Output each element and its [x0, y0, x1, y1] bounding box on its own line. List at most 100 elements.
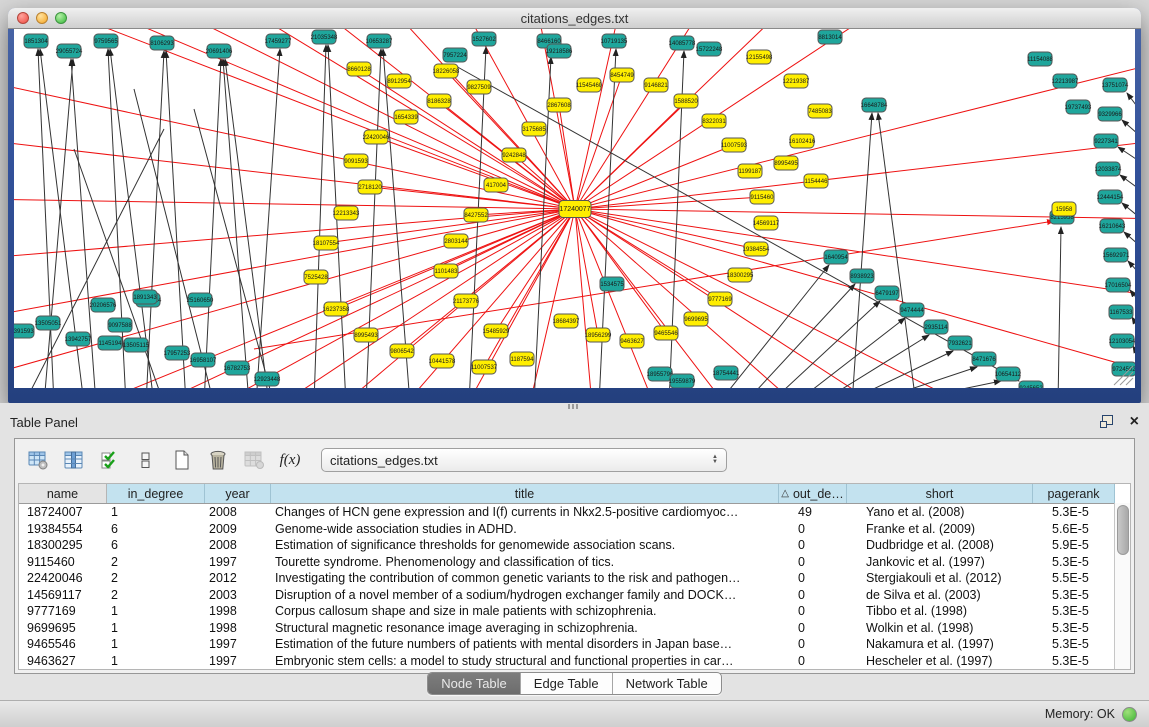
graph-node[interactable]: 2867608	[547, 98, 571, 112]
graph-node[interactable]: 14569117	[753, 216, 780, 230]
graph-edge[interactable]	[575, 209, 598, 335]
graph-edge[interactable]	[166, 51, 186, 388]
graph-node[interactable]: 17016504	[1105, 278, 1132, 292]
graph-node[interactable]: 8995493	[354, 328, 378, 342]
graph-node[interactable]: 9759565	[94, 34, 118, 48]
graph-node[interactable]: 9245652	[1019, 381, 1043, 388]
graph-node[interactable]: 17957253	[164, 346, 191, 360]
graph-node[interactable]: 11545460	[576, 78, 603, 92]
column-header-title[interactable]: title	[271, 484, 779, 503]
split-resize-handle[interactable]	[568, 404, 578, 409]
function-builder-icon[interactable]: f(x)	[279, 449, 301, 471]
graph-node[interactable]: 20206576	[90, 298, 117, 312]
graph-node[interactable]: 13505115	[123, 338, 150, 352]
table-cell[interactable]: 18300295	[19, 538, 107, 552]
graph-node[interactable]: 1588520	[674, 94, 698, 108]
table-cell[interactable]: Jankovic et al. (1997)	[862, 555, 1048, 569]
graph-node[interactable]: 17240077	[559, 201, 591, 218]
table-cell[interactable]: 2	[107, 571, 205, 585]
vertical-scrollbar[interactable]	[1114, 503, 1130, 669]
graph-node[interactable]: 9777169	[708, 292, 732, 306]
table-cell[interactable]: 22420046	[19, 571, 107, 585]
table-row[interactable]: 977716911998Corpus callosum shape and si…	[19, 603, 1130, 620]
column-header-short[interactable]: short	[847, 484, 1033, 503]
graph-node[interactable]: 1187594	[510, 352, 534, 366]
graph-node[interactable]: 10654112	[995, 367, 1022, 381]
column-header-in_degree[interactable]: in_degree	[107, 484, 205, 503]
graph-node[interactable]: 1654339	[394, 110, 418, 124]
tab-node-table[interactable]: Node Table	[428, 673, 521, 694]
graph-node[interactable]: 8938923	[850, 269, 874, 283]
table-cell[interactable]: 2009	[205, 522, 271, 536]
table-cell[interactable]: 19384554	[19, 522, 107, 536]
graph-node[interactable]: 10653287	[366, 34, 393, 48]
table-cell[interactable]: 9463627	[19, 654, 107, 668]
graph-node[interactable]: 15485929	[483, 324, 510, 338]
table-row[interactable]: 1456911722003Disruption of a novel membe…	[19, 587, 1130, 604]
graph-node[interactable]: 21035348	[311, 30, 338, 44]
graph-node[interactable]: 10719135	[601, 34, 628, 48]
graph-edge[interactable]	[1122, 203, 1135, 217]
graph-edge[interactable]	[1058, 227, 1061, 388]
graph-edge[interactable]	[575, 209, 824, 388]
table-cell[interactable]: 9699695	[19, 621, 107, 635]
graph-edge[interactable]	[1120, 175, 1135, 189]
table-cell[interactable]: Genome-wide association studies in ADHD.	[271, 522, 794, 536]
graph-node[interactable]: 9146821	[644, 78, 668, 92]
graph-node[interactable]: 16958107	[190, 353, 217, 367]
delete-column-icon[interactable]	[207, 449, 229, 471]
table-cell[interactable]: 0	[794, 588, 862, 602]
table-row[interactable]: 2242004622012Investigating the contribut…	[19, 570, 1130, 587]
table-cell[interactable]: 6	[107, 522, 205, 536]
graph-node[interactable]: 9827509	[467, 80, 491, 94]
graph-edge[interactable]	[146, 51, 164, 388]
tab-edge-table[interactable]: Edge Table	[521, 673, 613, 694]
graph-node[interactable]: 1101483	[434, 264, 458, 278]
graph-node[interactable]: 1199187	[738, 164, 762, 178]
table-row[interactable]: 1830029562008Estimation of significance …	[19, 537, 1130, 554]
graph-node[interactable]: 16782753	[224, 361, 251, 375]
table-cell[interactable]: 1	[107, 621, 205, 635]
table-cell[interactable]: Changes of HCN gene expression and I(f) …	[271, 505, 794, 519]
graph-node[interactable]: 9115460	[750, 190, 774, 204]
column-header-year[interactable]: year	[205, 484, 271, 503]
graph-edge[interactable]	[1124, 232, 1135, 245]
graph-node[interactable]: 12103054	[1109, 334, 1135, 348]
graph-node[interactable]: 2718120	[358, 180, 382, 194]
graph-node[interactable]: 1851304	[24, 34, 48, 48]
graph-edge[interactable]	[1128, 261, 1135, 273]
graph-edge[interactable]	[575, 209, 666, 333]
graph-node[interactable]: 12033874	[1095, 162, 1122, 176]
graph-node[interactable]: 1167533	[1109, 305, 1133, 319]
table-cell[interactable]: Estimation of significance thresholds fo…	[271, 538, 794, 552]
graph-node[interactable]: 16210643	[1099, 219, 1126, 233]
table-cell[interactable]: 49	[794, 505, 862, 519]
graph-node[interactable]: 18754441	[713, 366, 740, 380]
zoom-window-icon[interactable]	[55, 12, 67, 24]
graph-node[interactable]: 9097588	[108, 318, 132, 332]
graph-node[interactable]: 9806542	[390, 344, 414, 358]
table-cell[interactable]: Tourette syndrome. Phenomenology and cla…	[271, 555, 794, 569]
column-header-out_de[interactable]: △out_de…	[779, 484, 847, 503]
graph-node[interactable]: 10441578	[429, 354, 456, 368]
graph-node[interactable]: 8186328	[427, 94, 451, 108]
close-window-icon[interactable]	[17, 12, 29, 24]
table-cell[interactable]: 0	[794, 637, 862, 651]
table-cell[interactable]: Investigating the contribution of common…	[271, 571, 794, 585]
graph-node[interactable]: 18300295	[727, 268, 754, 282]
graph-node[interactable]: 6479197	[875, 286, 899, 300]
graph-node[interactable]: 8660128	[347, 62, 371, 76]
scrollbar-thumb[interactable]	[1117, 505, 1129, 555]
table-cell[interactable]: Dudbridge et al. (2008)	[862, 538, 1048, 552]
graph-node[interactable]: 417004	[484, 178, 508, 192]
float-panel-icon[interactable]	[1100, 415, 1116, 429]
column-header-name[interactable]: name	[19, 484, 107, 503]
table-cell[interactable]: 1998	[205, 621, 271, 635]
graph-node[interactable]: 16102416	[789, 134, 816, 148]
graph-node[interactable]: 13751074	[1102, 78, 1129, 92]
table-cell[interactable]: 1	[107, 637, 205, 651]
table-cell[interactable]: 0	[794, 555, 862, 569]
table-row[interactable]: 946362711997Embryonic stem cells: a mode…	[19, 653, 1130, 670]
table-cell[interactable]: Stergiakouli et al. (2012)	[862, 571, 1048, 585]
graph-node[interactable]: 12219387	[783, 74, 810, 88]
